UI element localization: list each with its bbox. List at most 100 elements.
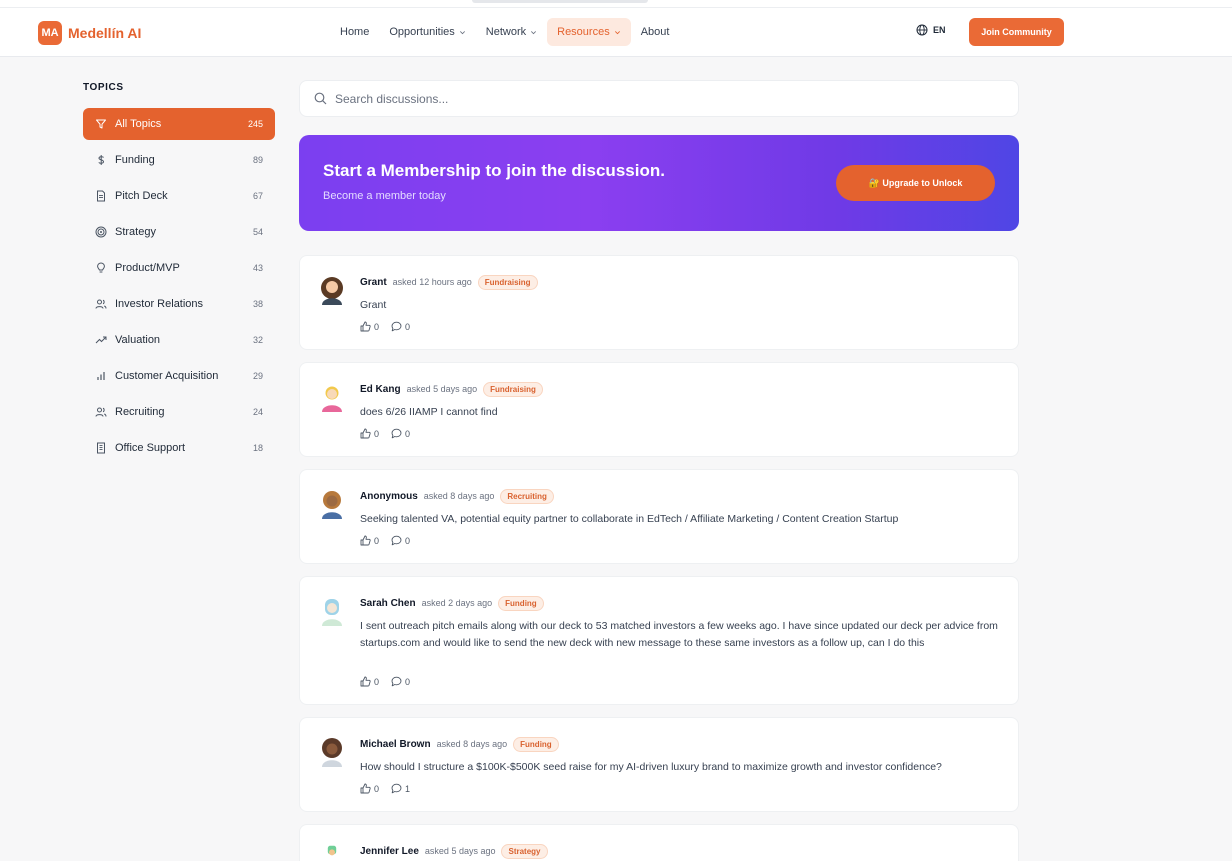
target-icon: [95, 226, 107, 238]
post-author[interactable]: Anonymous: [360, 491, 418, 502]
post-header: Michael Brown asked 8 days ago Funding: [360, 736, 559, 752]
post-author[interactable]: Jennifer Lee: [360, 846, 419, 857]
post-tag[interactable]: Funding: [498, 595, 544, 611]
banner-title: Start a Membership to join the discussio…: [323, 161, 665, 180]
nav-opportunities[interactable]: Opportunities: [379, 18, 475, 46]
discussion-post[interactable]: Sarah Chen asked 2 days ago Funding I se…: [299, 576, 1019, 705]
sidebar-item-pitch-deck[interactable]: Pitch Deck 67: [83, 180, 275, 212]
nav-home[interactable]: Home: [330, 18, 379, 46]
post-timestamp: asked 2 days ago: [421, 598, 493, 608]
post-header: Sarah Chen asked 2 days ago Funding: [360, 595, 544, 611]
comment-count: 0: [405, 428, 411, 439]
brand-badge: MA: [38, 21, 62, 45]
nav-resources[interactable]: Resources: [547, 18, 631, 46]
post-author[interactable]: Sarah Chen: [360, 598, 416, 609]
nav-network[interactable]: Network: [476, 18, 547, 46]
post-tag[interactable]: Funding: [513, 736, 559, 752]
post-timestamp: asked 5 days ago: [424, 846, 496, 856]
comment-button[interactable]: 0: [391, 321, 410, 332]
post-body: Seeking talented VA, potential equity pa…: [360, 513, 899, 525]
discussion-post[interactable]: Anonymous asked 8 days ago Recruiting Se…: [299, 469, 1019, 564]
sidebar-item-product-mvp[interactable]: Product/MVP 43: [83, 252, 275, 284]
join-community-button[interactable]: Join Community: [969, 18, 1064, 46]
post-timestamp: asked 8 days ago: [423, 491, 495, 501]
users-icon: [95, 406, 107, 418]
topic-count: 29: [252, 371, 263, 381]
comment-button[interactable]: 1: [391, 783, 410, 794]
nav-resources-label: Resources: [557, 26, 610, 38]
sidebar-item-valuation[interactable]: Valuation 32: [83, 324, 275, 356]
chevron-down-icon: [531, 30, 537, 34]
like-count: 0: [374, 321, 380, 332]
thumbs-up-icon: [360, 676, 371, 687]
search-input[interactable]: [335, 91, 975, 106]
post-tag[interactable]: Fundraising: [483, 381, 543, 397]
comment-button[interactable]: 0: [391, 428, 410, 439]
comment-count: 0: [405, 321, 411, 332]
discussion-post[interactable]: Grant asked 12 hours ago Fundraising Gra…: [299, 255, 1019, 350]
topic-label: Customer Acquisition: [115, 370, 219, 382]
post-header: Ed Kang asked 5 days ago Fundraising: [360, 381, 543, 397]
sidebar-item-office-support[interactable]: Office Support 18: [83, 432, 275, 464]
topic-count: 245: [247, 119, 263, 129]
sidebar-item-customer-acquisition[interactable]: Customer Acquisition 29: [83, 360, 275, 392]
search-bar: [299, 80, 1019, 117]
comment-button[interactable]: 0: [391, 535, 410, 546]
thumbs-up-icon: [360, 783, 371, 794]
topic-label: Recruiting: [115, 406, 165, 418]
users-icon: [95, 298, 107, 310]
topic-count: 38: [252, 299, 263, 309]
chevron-down-icon: [459, 30, 465, 34]
language-selector[interactable]: EN: [916, 24, 946, 36]
brand-name: Medellín AI: [68, 25, 142, 41]
sidebar-item-funding[interactable]: Funding 89: [83, 144, 275, 176]
post-author[interactable]: Michael Brown: [360, 739, 431, 750]
sidebar-item-investor-relations[interactable]: Investor Relations 38: [83, 288, 275, 320]
brand-logo[interactable]: MA Medellín AI: [38, 21, 141, 45]
topic-count: 54: [252, 227, 263, 237]
comment-button[interactable]: 0: [391, 676, 410, 687]
avatar-icon: [322, 386, 342, 412]
comment-count: 0: [405, 676, 411, 687]
bar-chart-icon: [95, 370, 107, 382]
sidebar-item-all-topics[interactable]: All Topics 245: [83, 108, 275, 140]
like-button[interactable]: 0: [360, 428, 379, 439]
comment-count: 0: [405, 535, 411, 546]
topic-count: 18: [252, 443, 263, 453]
like-count: 0: [374, 783, 380, 794]
like-count: 0: [374, 428, 380, 439]
site-header: MA Medellín AI Home Opportunities Networ…: [0, 8, 1232, 57]
post-tag[interactable]: Strategy: [501, 843, 548, 859]
thumbs-up-icon: [360, 428, 371, 439]
like-count: 0: [374, 535, 380, 546]
main-nav: Home Opportunities Network Resources Abo…: [330, 18, 679, 46]
browser-top-strip: [0, 0, 1232, 8]
post-actions: 0 0: [360, 676, 422, 687]
sidebar-item-recruiting[interactable]: Recruiting 24: [83, 396, 275, 428]
sidebar-item-strategy[interactable]: Strategy 54: [83, 216, 275, 248]
comment-icon: [391, 535, 402, 546]
post-timestamp: asked 5 days ago: [406, 384, 478, 394]
like-button[interactable]: 0: [360, 676, 379, 687]
discussion-post[interactable]: Ed Kang asked 5 days ago Fundraising doe…: [299, 362, 1019, 457]
nav-home-label: Home: [340, 26, 370, 38]
topics-heading: TOPICS: [83, 82, 124, 93]
topic-label: Funding: [115, 154, 155, 166]
upgrade-button[interactable]: 🔐 Upgrade to Unlock: [836, 165, 995, 201]
post-author[interactable]: Grant: [360, 277, 387, 288]
post-author[interactable]: Ed Kang: [360, 384, 401, 395]
post-actions: 0 1: [360, 783, 422, 794]
discussion-post[interactable]: Jennifer Lee asked 5 days ago Strategy: [299, 824, 1019, 861]
post-tag[interactable]: Fundraising: [477, 274, 538, 290]
avatar-icon: [327, 845, 337, 856]
discussion-post[interactable]: Michael Brown asked 8 days ago Funding H…: [299, 717, 1019, 812]
topic-label: All Topics: [115, 118, 162, 130]
post-tag[interactable]: Recruiting: [500, 488, 554, 504]
post-actions: 0 0: [360, 321, 422, 332]
like-button[interactable]: 0: [360, 783, 379, 794]
like-button[interactable]: 0: [360, 535, 379, 546]
avatar-icon: [322, 599, 342, 626]
topic-label: Pitch Deck: [115, 190, 168, 202]
like-button[interactable]: 0: [360, 321, 379, 332]
nav-about[interactable]: About: [631, 18, 680, 46]
